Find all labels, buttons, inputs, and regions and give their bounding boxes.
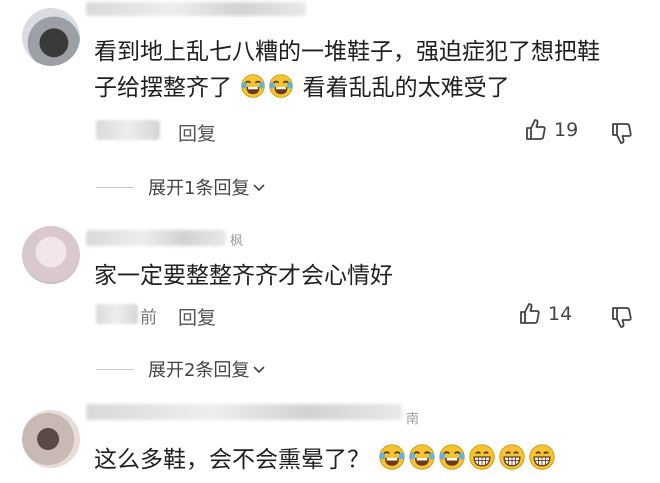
expand-replies-label: 展开2条回复	[148, 360, 250, 381]
comment-text-line2: 子给摆整齐了	[94, 75, 232, 101]
timestamp-suffix: 前	[140, 308, 157, 328]
comment-text: 看到地上乱七八糟的一堆鞋子，强迫症犯了想把鞋 子给摆整齐了 看着乱乱的太难受了	[94, 34, 654, 106]
avatar[interactable]	[22, 226, 80, 284]
like-count: 19	[554, 119, 579, 141]
chevron-down-icon	[253, 184, 266, 192]
avatar[interactable]	[22, 410, 80, 468]
username-suffix: 南	[406, 412, 420, 427]
reply-button[interactable]: 回复	[178, 303, 216, 330]
comment-text-line1: 看到地上乱七八糟的一堆鞋子，强迫症犯了想把鞋	[94, 39, 600, 65]
comment-2: 枫 家一定要整整齐齐才会心情好 前 回复 14	[0, 220, 660, 340]
timestamp-blurred	[96, 304, 138, 324]
laughing-crying-emoji-icon	[408, 443, 436, 471]
comment-text-body: 这么多鞋，会不会熏晕了？	[94, 447, 370, 473]
comment-text: 家一定要整整齐齐才会心情好	[94, 263, 393, 289]
grinning-emoji-icon	[468, 443, 496, 471]
comment-text-tail: 看着乱乱的太难受了	[302, 75, 510, 101]
divider	[96, 368, 134, 370]
avatar[interactable]	[22, 8, 80, 66]
like-button[interactable]: 14	[518, 302, 572, 326]
reply-button[interactable]: 回复	[178, 119, 216, 146]
username-blurred[interactable]	[86, 2, 306, 16]
grinning-emoji-icon	[498, 443, 526, 471]
comment-3: 南 这么多鞋，会不会熏晕了？	[0, 400, 660, 483]
laughing-crying-emoji-icon	[378, 443, 406, 471]
thumbs-up-icon	[524, 118, 548, 142]
username-blurred[interactable]	[86, 230, 226, 246]
chevron-down-icon	[253, 366, 266, 374]
expand-replies-label: 展开1条回复	[148, 178, 250, 199]
comment-text: 这么多鞋，会不会熏晕了？	[94, 442, 557, 478]
comment-1: 看到地上乱七八糟的一堆鞋子，强迫症犯了想把鞋 子给摆整齐了 看着乱乱的太难受了 …	[0, 0, 660, 170]
laughing-crying-emoji-icon	[240, 73, 266, 99]
divider	[96, 186, 134, 188]
laughing-crying-emoji-icon	[268, 73, 294, 99]
username-suffix: 枫	[230, 234, 244, 249]
expand-replies-2[interactable]: 展开2条回复	[96, 356, 267, 382]
laughing-crying-emoji-icon	[438, 443, 466, 471]
thumbs-down-icon[interactable]	[610, 305, 634, 329]
like-button[interactable]: 19	[524, 118, 578, 142]
expand-replies-1[interactable]: 展开1条回复	[96, 174, 267, 200]
username-blurred[interactable]	[86, 404, 402, 420]
grinning-emoji-icon	[528, 443, 556, 471]
like-count: 14	[548, 303, 573, 325]
timestamp-blurred	[96, 120, 160, 140]
thumbs-down-icon[interactable]	[610, 121, 634, 145]
thumbs-up-icon	[518, 302, 542, 326]
